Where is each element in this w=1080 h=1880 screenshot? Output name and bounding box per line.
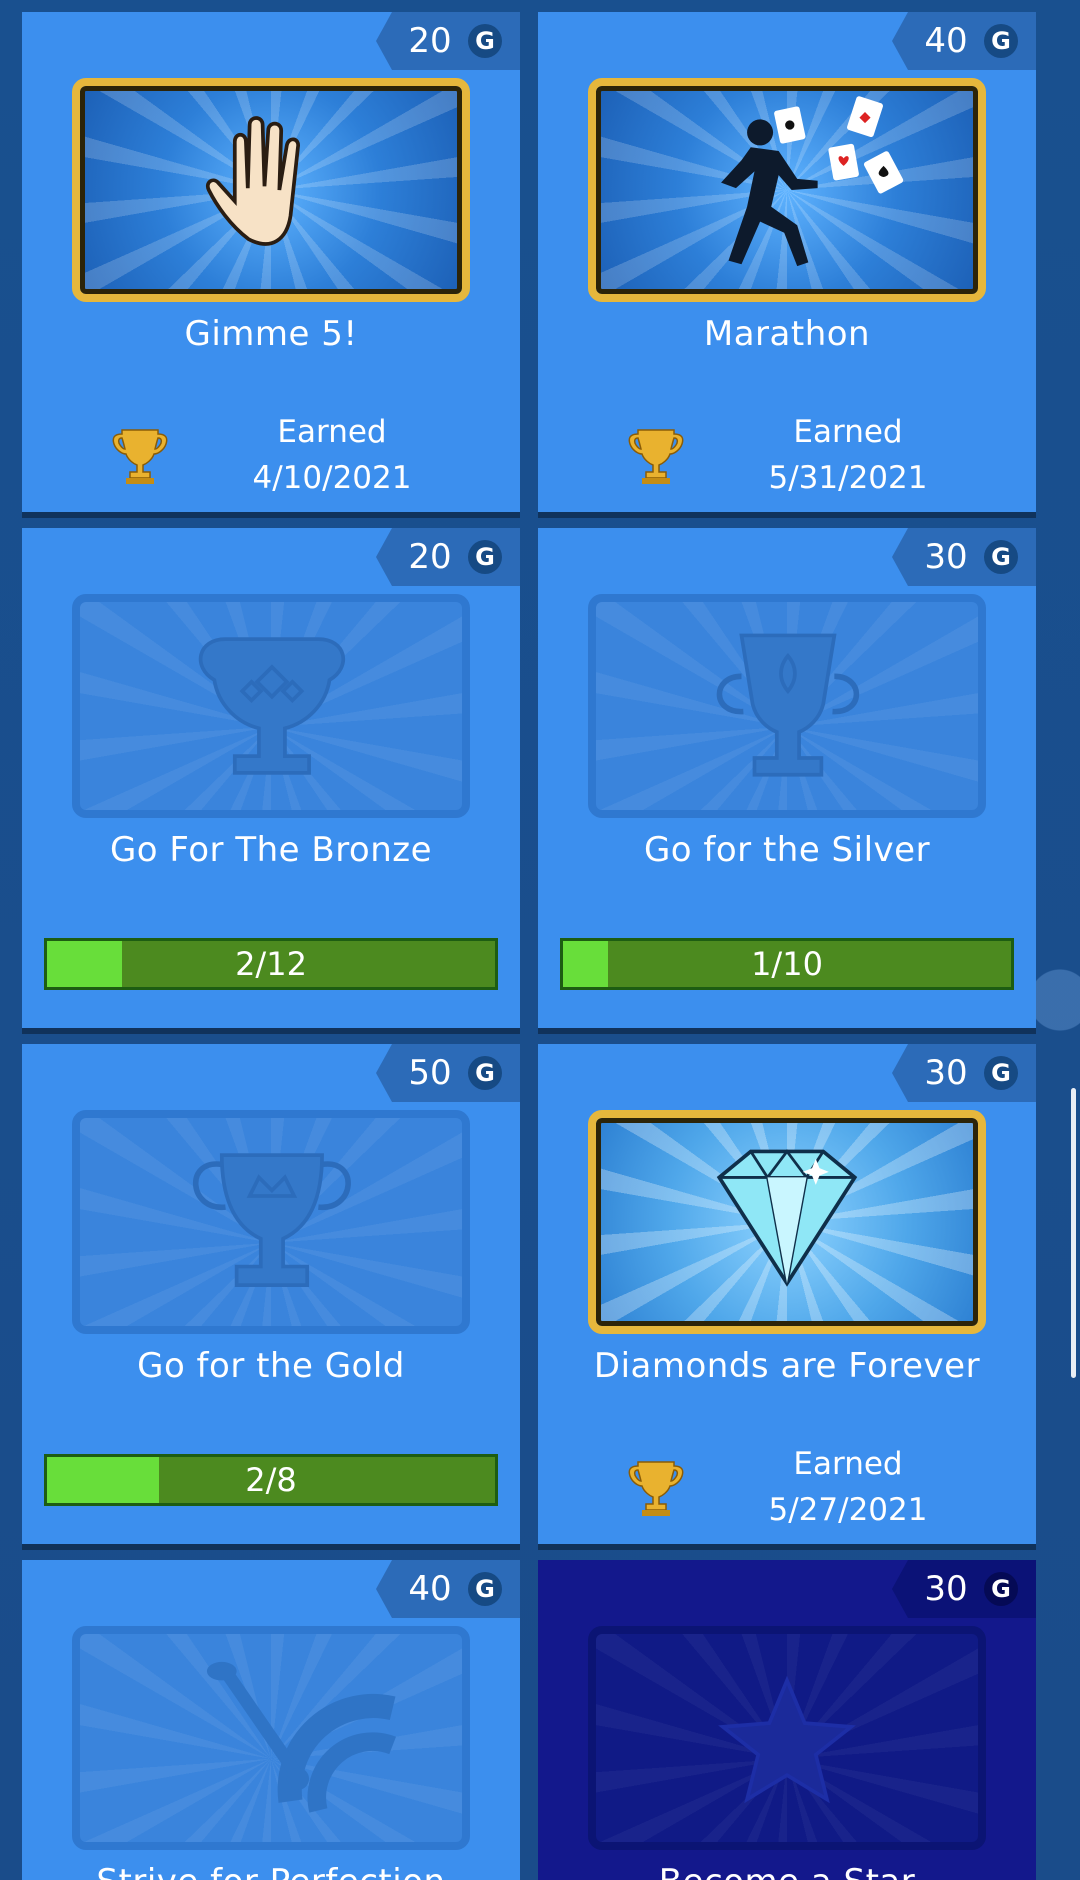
earned-date: 5/27/2021: [768, 1492, 928, 1528]
progress-bar: 1/10: [560, 938, 1014, 990]
dart-target-icon: [72, 1626, 470, 1850]
points-value: 40: [924, 21, 968, 61]
gamerscore-icon: G: [468, 1056, 502, 1090]
points-tag: 40 G: [892, 12, 1036, 70]
gamerscore-icon: G: [984, 540, 1018, 574]
earned-info: Earned 5/31/2021: [538, 410, 1036, 510]
points-value: 30: [924, 1569, 968, 1609]
earned-label: Earned: [793, 1446, 903, 1482]
earned-info: Earned 4/10/2021: [22, 410, 520, 510]
achievement-card-gimme-5[interactable]: 20 G Gimme 5! Earned 4/10/2021: [22, 12, 520, 512]
gamerscore-icon: G: [984, 24, 1018, 58]
progress-bar: 2/8: [44, 1454, 498, 1506]
progress-text: 2/8: [245, 1461, 297, 1499]
bronze-cup-icon: [72, 594, 470, 818]
achievement-card-marathon[interactable]: 40 G Marathon Earned 5/31/2021: [538, 12, 1036, 512]
achievement-title: Become a Star: [538, 1862, 1036, 1880]
progress-text: 1/10: [751, 945, 823, 983]
achievement-title: Gimme 5!: [184, 314, 358, 354]
trophy-icon: [628, 429, 684, 484]
trophy-icon: [112, 429, 168, 484]
achievement-card-strive-for-perfection[interactable]: 40 G Strive for Perfection: [22, 1560, 520, 1880]
points-tag: 20 G: [376, 528, 520, 586]
progress-text: 2/12: [235, 945, 307, 983]
points-value: 40: [408, 1569, 452, 1609]
gamerscore-icon: G: [468, 24, 502, 58]
achievement-card-become-a-star[interactable]: 30 G Become a Star: [538, 1560, 1036, 1880]
star-icon: [588, 1626, 986, 1850]
points-tag: 40 G: [376, 1560, 520, 1618]
achievement-card-go-for-the-bronze[interactable]: 20 G Go For The Bronze 2/12: [22, 528, 520, 1028]
achievement-title: Go for the Silver: [643, 830, 931, 870]
progress-bar: 2/12: [44, 938, 498, 990]
points-value: 20: [408, 21, 452, 61]
earned-date: 5/31/2021: [768, 460, 928, 496]
points-value: 30: [924, 1053, 968, 1093]
points-value: 20: [408, 537, 452, 577]
scrollbar[interactable]: [1071, 1088, 1076, 1378]
achievement-title: Marathon: [703, 314, 871, 354]
achievement-card-go-for-the-gold[interactable]: 50 G Go for the Gold 2/8: [22, 1044, 520, 1544]
silver-cup-icon: [588, 594, 986, 818]
gamerscore-icon: G: [984, 1572, 1018, 1606]
achievement-title: Strive for Perfection: [22, 1862, 520, 1880]
points-value: 30: [924, 537, 968, 577]
gamerscore-icon: G: [984, 1056, 1018, 1090]
gamerscore-icon: G: [468, 540, 502, 574]
achievement-card-diamonds-are-forever[interactable]: 30 G Diamonds are Forever Earned 5/27/20…: [538, 1044, 1036, 1544]
trophy-icon: [628, 1461, 684, 1516]
diamond-icon: [588, 1110, 986, 1334]
gamerscore-icon: G: [468, 1572, 502, 1606]
points-tag: 30 G: [892, 528, 1036, 586]
hand-icon: [72, 78, 470, 302]
points-tag: 20 G: [376, 12, 520, 70]
achievement-title: Go For The Bronze: [109, 830, 433, 870]
points-tag: 30 G: [892, 1044, 1036, 1102]
points-tag: 30 G: [892, 1560, 1036, 1618]
points-tag: 50 G: [376, 1044, 520, 1102]
earned-label: Earned: [277, 414, 387, 450]
points-value: 50: [408, 1053, 452, 1093]
runner-cards-icon: [588, 78, 986, 302]
earned-info: Earned 5/27/2021: [538, 1442, 1036, 1542]
achievement-title: Go for the Gold: [137, 1346, 405, 1386]
gold-cup-icon: [72, 1110, 470, 1334]
earned-date: 4/10/2021: [252, 460, 412, 496]
achievements-screen: 20 G Gimme 5! Earned 4/10/2021 40 G Mara…: [0, 0, 1080, 1880]
achievement-title: Diamonds are Forever: [593, 1346, 981, 1386]
earned-label: Earned: [793, 414, 903, 450]
achievement-card-go-for-the-silver[interactable]: 30 G Go for the Silver 1/10: [538, 528, 1036, 1028]
